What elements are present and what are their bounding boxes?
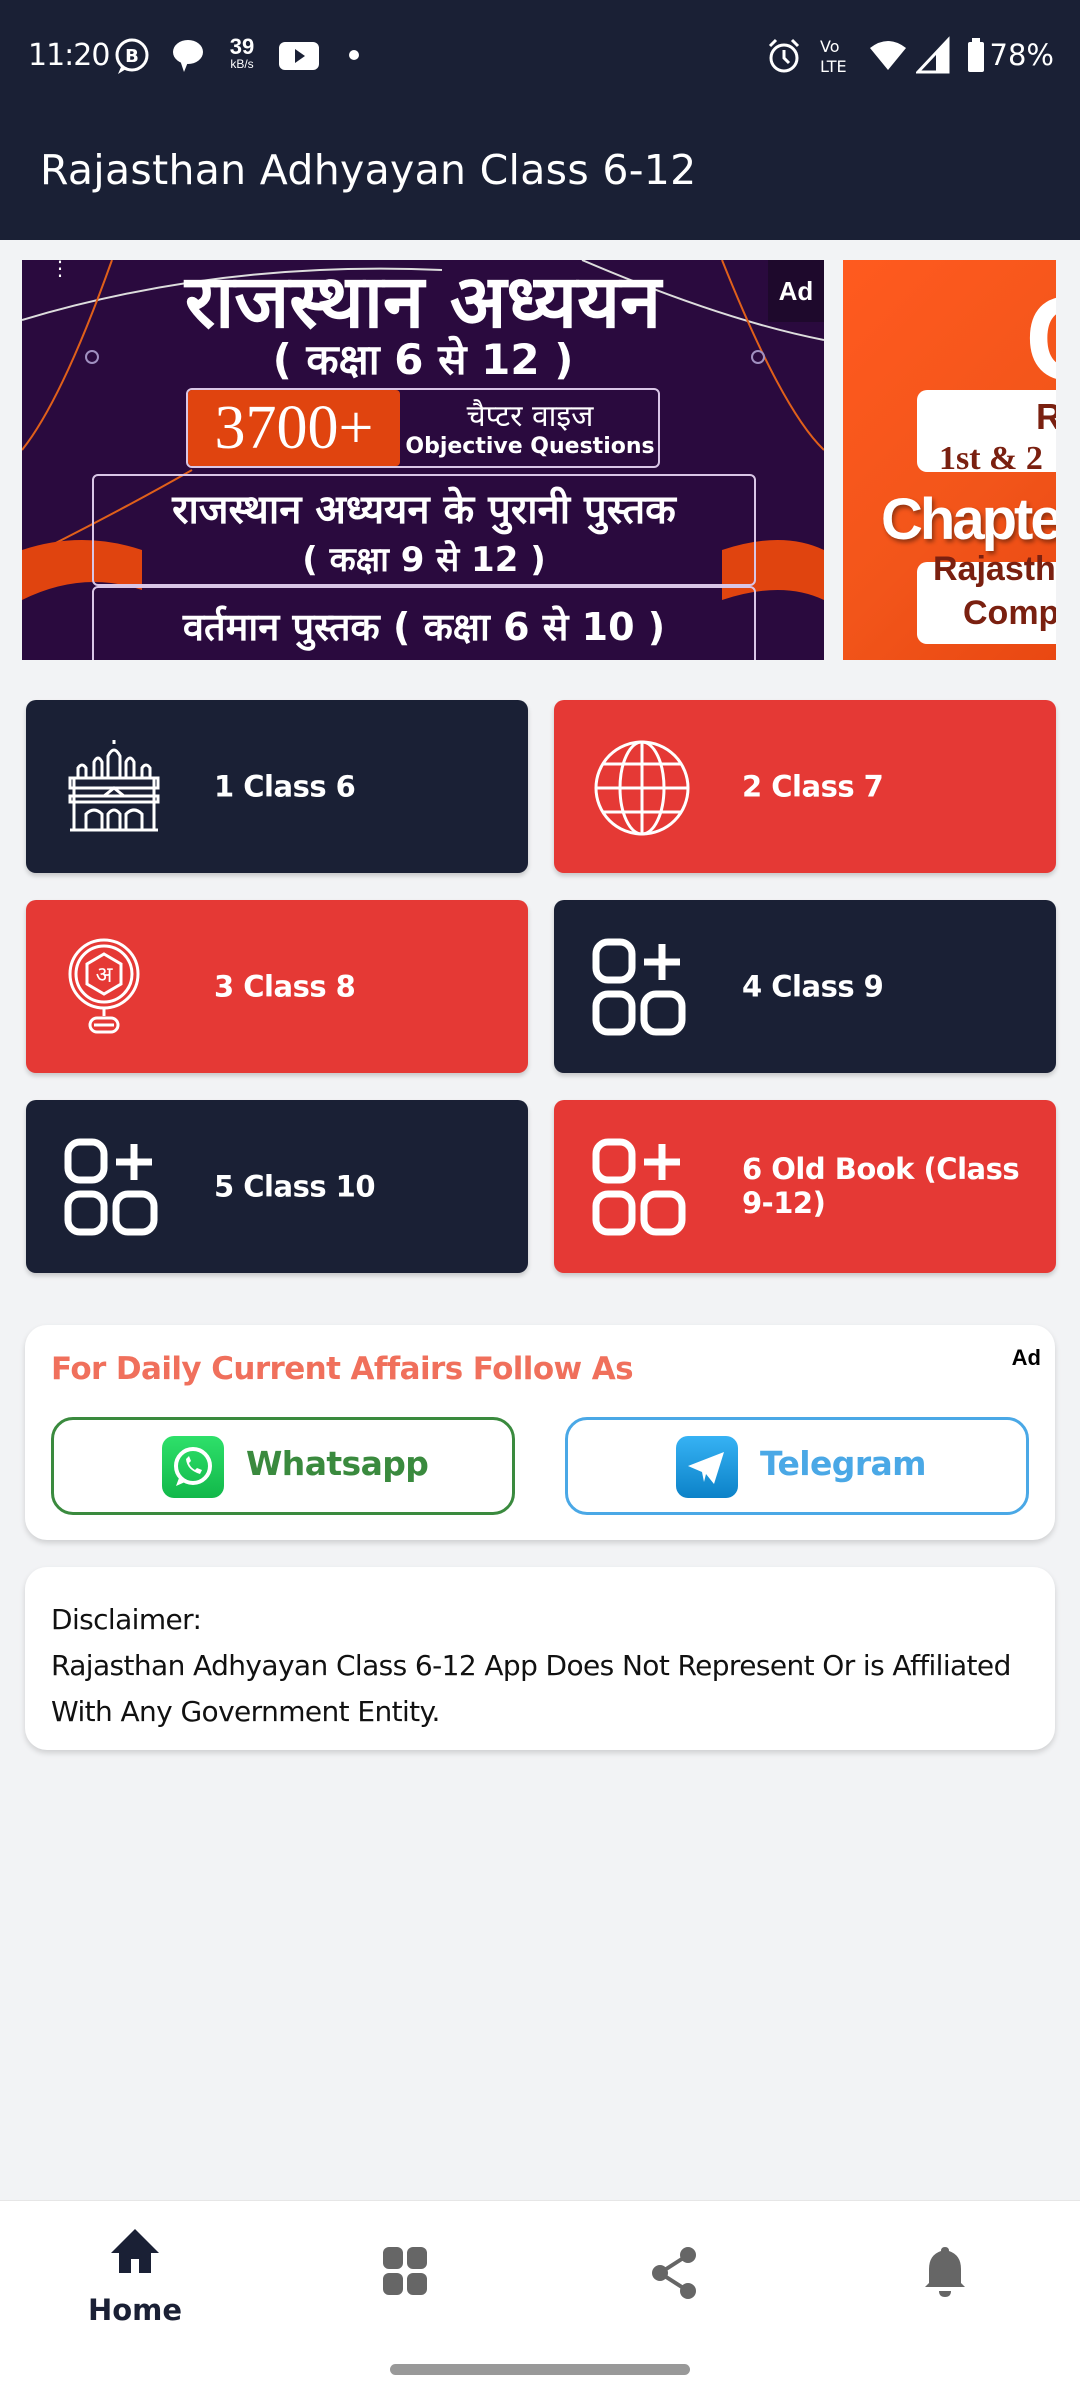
banner2-line2: 1st & 2 bbox=[939, 440, 1043, 477]
banner-count-box: 3700+ चैप्टर वाइज Objective Questions bbox=[186, 388, 660, 468]
telegram-button[interactable]: Telegram bbox=[565, 1417, 1029, 1515]
share-icon bbox=[652, 2247, 696, 2299]
class-tile-label: 4 Class 9 bbox=[742, 969, 884, 1004]
whatsapp-button[interactable]: Whatsapp bbox=[51, 1417, 515, 1515]
apps-add-icon bbox=[592, 938, 692, 1038]
grid-icon bbox=[383, 2247, 427, 2295]
banner-subtitle: ( कक्षा 6 से 12 ) bbox=[272, 335, 574, 384]
banner2-line5: Comp bbox=[963, 594, 1056, 632]
telegram-label: Telegram bbox=[760, 1444, 927, 1483]
app-title: Rajasthan Adhyayan Class 6-12 bbox=[40, 146, 697, 194]
svg-text:B: B bbox=[125, 46, 139, 67]
banner-carousel[interactable]: ⋮ राजस्थान अध्ययन ( कक्षा 6 से 12 ) 3700… bbox=[0, 260, 1080, 660]
follow-card: For Daily Current Affairs Follow As Ad W… bbox=[25, 1325, 1055, 1540]
banner2-chapter: Chapter bbox=[881, 487, 1056, 552]
net-speed-unit: kB/s bbox=[230, 57, 254, 71]
banner-current-books: वर्तमान पुस्तक ( कक्षा 6 से 10 ) bbox=[92, 586, 756, 660]
nav-notifications[interactable] bbox=[810, 2201, 1080, 2341]
network-speed: 39 kB/s bbox=[222, 34, 262, 71]
class-tile-label: 1 Class 6 bbox=[214, 769, 356, 804]
gesture-bar[interactable] bbox=[390, 2364, 690, 2375]
banner-count: 3700+ bbox=[188, 390, 400, 466]
banner2-big-letter: C bbox=[1025, 270, 1056, 408]
whatsapp-label: Whatsapp bbox=[246, 1444, 429, 1483]
telegram-icon bbox=[676, 1436, 738, 1498]
banner-ad-rajasthan-adhyayan[interactable]: ⋮ राजस्थान अध्ययन ( कक्षा 6 से 12 ) 3700… bbox=[22, 260, 824, 660]
banner-old-books-classes: ( कक्षा 9 से 12 ) bbox=[302, 540, 546, 580]
business-chat-icon: B bbox=[112, 36, 152, 81]
follow-title: For Daily Current Affairs Follow As bbox=[51, 1351, 634, 1387]
class-tile-10[interactable]: 5 Class 10 bbox=[26, 1100, 528, 1273]
class-tile-label: 3 Class 8 bbox=[214, 969, 356, 1004]
apps-add-icon bbox=[64, 1138, 164, 1238]
class-tile-7[interactable]: 2 Class 7 bbox=[554, 700, 1056, 873]
youtube-icon bbox=[278, 36, 320, 81]
disclaimer-card: Disclaimer: Rajasthan Adhyayan Class 6-1… bbox=[25, 1567, 1055, 1750]
battery-percent: 78% bbox=[989, 38, 1054, 72]
globe-icon bbox=[592, 738, 692, 838]
net-speed-value: 39 bbox=[229, 34, 255, 59]
banner2-line4: Rajasth bbox=[933, 550, 1056, 588]
bell-icon bbox=[925, 2247, 965, 2297]
nav-home-label: Home bbox=[87, 2293, 183, 2327]
class-tile-8[interactable]: अ 3 Class 8 bbox=[26, 900, 528, 1073]
alarm-icon bbox=[766, 36, 802, 81]
class-grid: 1 Class 6 2 Class 7 अ 3 Class 8 4 Class … bbox=[26, 700, 1056, 1273]
disclaimer-heading: Disclaimer: bbox=[51, 1603, 202, 1636]
whatsapp-icon bbox=[162, 1436, 224, 1498]
class-tile-label: 2 Class 7 bbox=[742, 769, 884, 804]
svg-text:Vo: Vo bbox=[820, 37, 840, 56]
class-tile-9[interactable]: 4 Class 9 bbox=[554, 900, 1056, 1073]
wifi-icon bbox=[868, 36, 908, 81]
dot-icon bbox=[348, 48, 360, 66]
banner-old-books-title: राजस्थान अध्ययन के पुरानी पुस्तक bbox=[172, 487, 676, 533]
disclaimer-text: Rajasthan Adhyayan Class 6-12 App Does N… bbox=[51, 1649, 1011, 1728]
battery-icon bbox=[966, 36, 986, 81]
apps-add-icon bbox=[592, 1138, 692, 1238]
nav-home[interactable]: Home bbox=[0, 2201, 270, 2341]
signal-icon bbox=[914, 36, 950, 81]
banner-ad-chapter-wise[interactable]: C R 1st & 2 Chapter Rajasth Comp bbox=[843, 260, 1056, 660]
ad-badge: Ad bbox=[768, 260, 824, 322]
nav-categories[interactable] bbox=[270, 2201, 540, 2341]
bottom-navigation: Home bbox=[0, 2200, 1080, 2340]
hindi-letter-icon: अ bbox=[64, 938, 164, 1038]
banner-old-books-box: राजस्थान अध्ययन के पुरानी पुस्तक ( कक्षा… bbox=[92, 474, 756, 586]
chat-bubble-icon bbox=[170, 36, 206, 81]
svg-text:LTE: LTE bbox=[820, 57, 847, 76]
svg-text:अ: अ bbox=[96, 963, 114, 988]
banner-count-hindi: चैप्टर वाइज bbox=[466, 399, 594, 434]
ad-badge: Ad bbox=[1011, 1345, 1041, 1370]
palace-icon bbox=[64, 738, 164, 838]
volte-icon: Vo LTE bbox=[818, 34, 858, 83]
banner2-line1: R bbox=[1036, 396, 1056, 437]
class-tile-old-book[interactable]: 6 Old Book (Class 9-12) bbox=[554, 1100, 1056, 1273]
class-tile-6[interactable]: 1 Class 6 bbox=[26, 700, 528, 873]
class-tile-label: 6 Old Book (Class 9-12) bbox=[742, 1151, 1020, 1221]
top-app-bar: 11:20 B 39 kB/s Vo LTE 78% Rajasthan Adh… bbox=[0, 0, 1080, 240]
class-tile-label: 5 Class 10 bbox=[214, 1169, 376, 1204]
status-bar: 11:20 B 39 kB/s Vo LTE 78% bbox=[0, 30, 1080, 86]
home-icon bbox=[111, 2229, 159, 2273]
nav-share[interactable] bbox=[540, 2201, 810, 2341]
banner-count-english: Objective Questions bbox=[405, 434, 655, 459]
status-time: 11:20 bbox=[28, 38, 110, 73]
